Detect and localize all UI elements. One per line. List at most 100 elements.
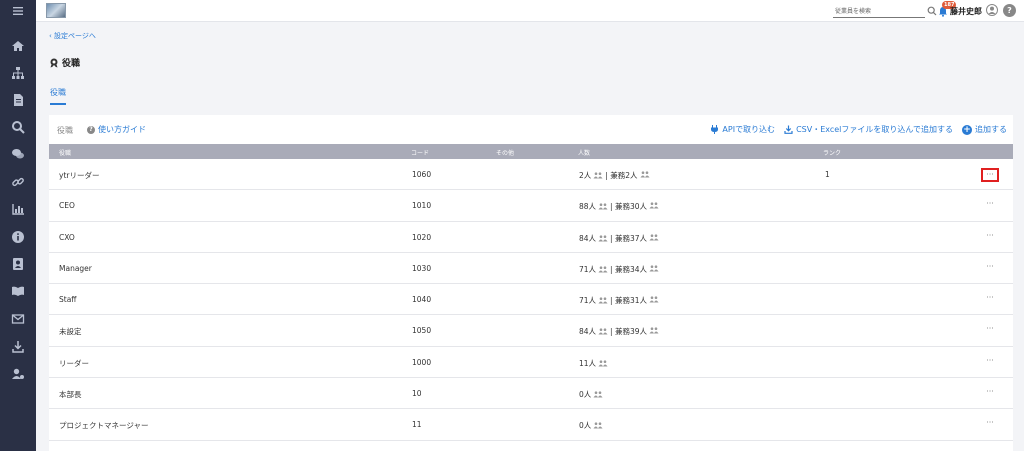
more-options-button[interactable]: ··· [981,324,999,338]
more-options-button[interactable]: ··· [981,231,999,245]
document-icon[interactable] [11,93,25,107]
people-icon[interactable] [598,234,608,242]
table-row[interactable]: ytrリーダー 1060 2人 | 兼務2人 1 ··· [49,159,1013,191]
concurrent-value: 兼務2人 [610,171,638,180]
employee-search-input[interactable] [833,6,925,17]
role-code: 1030 [412,263,432,273]
people-icon[interactable] [649,202,659,209]
headcount-value: 0人 [579,390,592,400]
headcount-value: 88人 [579,202,597,212]
role-code: 1040 [412,295,432,305]
people-icon[interactable] [598,360,608,367]
chat-icon[interactable] [11,147,25,161]
headcount-value: 71人 [579,296,597,306]
more-options-button[interactable]: ··· [981,293,999,307]
role-name: 本部長 [59,390,82,400]
more-options-button[interactable]: ··· [981,262,999,276]
back-to-settings-link[interactable]: ‹ 設定ページへ [49,31,96,41]
search-icon[interactable] [927,6,937,16]
download-icon[interactable] [11,340,25,354]
role-code: 1050 [412,326,432,336]
role-name: リーダー [59,358,89,368]
book-icon[interactable] [11,284,25,298]
table-row[interactable]: Manager 1030 71人 | 兼務34人 ··· [49,253,1013,285]
column-headcount[interactable]: 人数 [578,148,590,157]
top-bar: 187 藤井史郎 ? [36,0,1024,22]
employee-search[interactable] [833,6,925,18]
csv-import-button[interactable]: CSV・Excelファイルを取り込んで追加する [784,124,953,135]
table-row[interactable]: Staff 1040 71人 | 兼務31人 ··· [49,284,1013,316]
people-icon[interactable] [593,422,603,429]
link-icon[interactable] [11,175,25,189]
table-row[interactable]: CEO 1010 88人 | 兼務30人 ··· [49,190,1013,222]
more-options-button[interactable]: ··· [981,418,999,432]
column-other[interactable]: その他 [496,148,514,157]
headcount-value: 84人 [579,327,597,337]
role-name: プロジェクトマネージャー [59,421,149,431]
people-icon[interactable] [598,266,608,273]
company-logo[interactable] [46,3,66,18]
table-header: 役職 コード その他 人数 ランク [49,144,1013,159]
role-name: Manager [59,263,92,273]
headcount: 2人 | 兼務2人 [579,170,650,181]
people-icon[interactable] [640,171,650,178]
headcount: 71人 | 兼務31人 [579,295,659,306]
page-title: 役職 [62,59,81,69]
tab-roles[interactable]: 役職 [50,87,66,105]
more-options-button[interactable]: ··· [981,199,999,213]
api-import-button[interactable]: APIで取り込む [710,124,775,135]
add-role-label: 追加する [975,125,1007,134]
more-options-button[interactable]: ··· [981,168,999,182]
headcount: 84人 | 兼務39人 [579,326,659,337]
search-icon[interactable] [11,120,25,134]
add-role-button[interactable]: + 追加する [962,124,1007,135]
chart-icon[interactable] [11,202,25,216]
concurrent-value: 兼務39人 [614,327,648,337]
user-settings-icon[interactable] [11,367,25,381]
table-row[interactable]: CXO 1020 84人 | 兼務37人 ··· [49,222,1013,253]
user-name[interactable]: 藤井史郎 [950,6,982,17]
column-code[interactable]: コード [411,148,429,157]
csv-import-label: CSV・Excelファイルを取り込んで追加する [796,125,953,134]
people-icon[interactable] [649,265,659,272]
separator: | [610,233,613,243]
mail-icon[interactable] [11,312,25,326]
panel-label: 役職 [57,126,73,135]
table-row[interactable]: 本部長 10 0人 ··· [49,378,1013,410]
contact-card-icon[interactable] [11,257,25,271]
column-rank[interactable]: ランク [823,148,841,157]
people-icon[interactable] [593,391,603,398]
info-icon[interactable] [11,230,25,244]
headcount: 11人 [579,358,608,369]
usage-guide-link[interactable]: ? 使い方ガイド [87,124,146,135]
org-chart-icon[interactable] [11,66,25,80]
people-icon[interactable] [598,203,608,210]
column-role[interactable]: 役職 [59,148,71,157]
help-icon[interactable]: ? [1003,4,1016,17]
role-code: 1010 [412,201,432,211]
more-options-button[interactable]: ··· [981,387,999,401]
download-icon [784,125,793,134]
concurrent: | 兼務39人 [610,326,659,337]
concurrent: | 兼務31人 [610,295,659,306]
people-icon[interactable] [593,172,603,179]
role-code: 1000 [412,357,432,367]
roles-table-body: ytrリーダー 1060 2人 | 兼務2人 1 ··· CEO 1010 88… [49,159,1013,441]
menu-icon[interactable] [11,4,25,18]
page-header: 役職 [49,56,80,69]
headcount-value: 0人 [579,421,592,431]
people-icon[interactable] [598,297,608,304]
people-icon[interactable] [649,327,659,334]
people-icon[interactable] [649,233,659,241]
table-row[interactable]: 未設定 1050 84人 | 兼務39人 ··· [49,315,1013,347]
table-row[interactable]: プロジェクトマネージャー 11 0人 ··· [49,409,1013,441]
home-icon[interactable] [11,39,25,53]
table-row[interactable]: リーダー 1000 11人 ··· [49,347,1013,379]
roles-panel: 役職 ? 使い方ガイド APIで取り込む CSV・Excelファイルを取り込んで… [49,115,1013,451]
avatar[interactable] [986,4,998,16]
people-icon[interactable] [598,328,608,335]
more-options-button[interactable]: ··· [981,356,999,370]
headcount: 0人 [579,389,603,400]
role-code: 1020 [412,232,432,242]
people-icon[interactable] [649,296,659,303]
